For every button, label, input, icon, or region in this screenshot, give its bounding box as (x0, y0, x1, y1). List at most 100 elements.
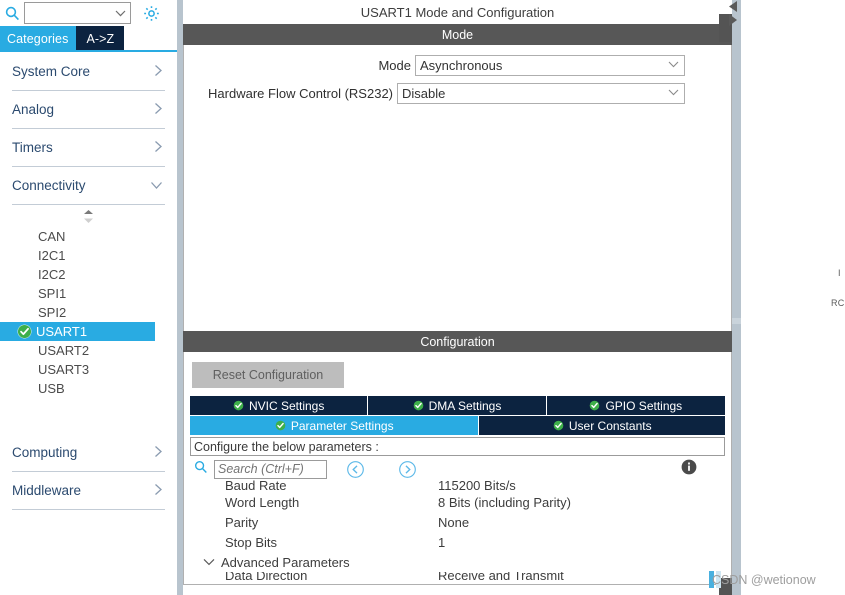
gear-icon[interactable] (131, 5, 171, 22)
chevron-down-icon (150, 179, 165, 192)
watermark: CSDN @wetionow (709, 571, 816, 588)
nav-next-icon[interactable] (398, 460, 417, 479)
sidebar-item-label: System Core (12, 64, 91, 79)
parameter-group-label: Advanced Parameters (221, 554, 350, 570)
sidebar-item-can[interactable]: CAN (0, 227, 177, 246)
panel-collapse-arrows[interactable] (727, 0, 739, 34)
sidebar-item-connectivity[interactable]: Connectivity (12, 167, 165, 205)
table-row[interactable]: Data Direction Receive and Transmit (194, 572, 725, 580)
hardware-flow-control-row: Hardware Flow Control (RS232) Disable (184, 82, 731, 105)
sidebar: Categories A->Z System Core Analog Timer… (0, 0, 177, 595)
check-circle-icon (413, 400, 424, 411)
tab-underline (0, 50, 177, 52)
parameter-value: Receive and Transmit (438, 572, 564, 580)
sidebar-item-label: SPI2 (38, 305, 67, 320)
chevron-right-icon (154, 483, 165, 498)
hardware-flow-control-label: Hardware Flow Control (RS232) (208, 86, 393, 101)
chevron-right-icon (154, 64, 165, 79)
configure-hint: Configure the below parameters : (190, 437, 725, 456)
chevron-down-icon[interactable] (203, 556, 215, 568)
table-row[interactable]: Word Length 8 Bits (including Parity) (194, 492, 725, 512)
chip-view-area: I RC (741, 0, 845, 595)
parameter-table[interactable]: Baud Rate 115200 Bits/s Word Length 8 Bi… (194, 480, 725, 584)
tab-nvic-settings[interactable]: NVIC Settings (190, 396, 368, 415)
parameter-value: None (438, 514, 470, 530)
mode-select-value: Asynchronous (420, 58, 503, 73)
stm32cubemx-window: Categories A->Z System Core Analog Timer… (0, 0, 845, 595)
tab-label: NVIC Settings (248, 398, 325, 413)
sidebar-item-label: I2C1 (38, 248, 66, 263)
tab-parameter-settings[interactable]: Parameter Settings (190, 416, 479, 435)
sidebar-item-spi2[interactable]: SPI2 (0, 303, 177, 322)
hardware-flow-control-value: Disable (402, 86, 446, 101)
tab-categories[interactable]: Categories (0, 26, 77, 51)
parameter-value: 1 (438, 534, 446, 550)
mode-label: Mode (378, 58, 411, 73)
chevron-right-icon (154, 445, 165, 460)
sidebar-item-middleware[interactable]: Middleware (12, 472, 165, 510)
sidebar-item-label: USART2 (38, 343, 90, 358)
scroll-strip-notch (732, 318, 741, 324)
check-circle-icon (553, 420, 564, 431)
search-icon (194, 460, 208, 479)
parameter-name: Baud Rate (225, 480, 287, 492)
sidebar-tabs: Categories A->Z (0, 26, 177, 51)
table-row[interactable]: Parity None (194, 512, 725, 532)
mode-select[interactable]: Asynchronous (415, 55, 685, 76)
sidebar-item-analog[interactable]: Analog (12, 91, 165, 129)
parameter-group-advanced[interactable]: Advanced Parameters (194, 552, 725, 572)
tab-gpio-settings[interactable]: GPIO Settings (546, 396, 725, 415)
nav-prev-icon[interactable] (346, 460, 365, 479)
tab-a-to-z[interactable]: A->Z (76, 26, 125, 51)
sidebar-item-usart1[interactable]: USART1 (0, 322, 155, 341)
sidebar-item-usart2[interactable]: USART2 (0, 341, 177, 360)
mode-field-row: Mode Asynchronous (184, 54, 731, 77)
parameter-value: 8 Bits (including Parity) (438, 494, 571, 510)
main-scroll-strip[interactable] (719, 0, 741, 595)
parameter-search-input[interactable] (214, 459, 327, 479)
sidebar-item-timers[interactable]: Timers (12, 129, 165, 167)
sidebar-item-spi1[interactable]: SPI1 (0, 284, 177, 303)
sidebar-item-i2c1[interactable]: I2C1 (0, 246, 177, 265)
tab-label: Parameter Settings (290, 418, 394, 433)
hardware-flow-control-select[interactable]: Disable (397, 83, 685, 104)
sidebar-item-system-core[interactable]: System Core (12, 53, 165, 91)
sidebar-search-combo[interactable] (24, 2, 131, 24)
sidebar-item-label: CAN (38, 229, 66, 244)
sidebar-item-computing[interactable]: Computing (12, 434, 165, 472)
table-row[interactable]: Baud Rate 115200 Bits/s (194, 480, 725, 492)
tab-user-constants[interactable]: User Constants (479, 416, 725, 435)
sidebar-item-usart3[interactable]: USART3 (0, 360, 177, 379)
sidebar-item-label: SPI1 (38, 286, 67, 301)
chip-label-fragment-2: RC (831, 298, 845, 308)
tab-label: GPIO Settings (605, 398, 683, 413)
category-list: System Core Analog Timers Connectivity C… (0, 53, 177, 595)
search-icon (0, 6, 24, 21)
check-circle-icon (275, 420, 286, 431)
chevron-down-icon (668, 88, 679, 99)
sidebar-scroll-spinner[interactable] (0, 205, 177, 227)
mode-section-header: Mode (183, 24, 732, 45)
parameter-name: Stop Bits (225, 534, 278, 550)
parameter-search-row (190, 456, 725, 480)
table-row[interactable]: Stop Bits 1 (194, 532, 725, 552)
configuration-body: Reset Configuration NVIC Settings DMA Se… (183, 352, 732, 585)
page-title: USART1 Mode and Configuration (183, 0, 732, 24)
parameter-value: 115200 Bits/s (438, 480, 516, 492)
chevron-right-icon (154, 102, 165, 117)
configuration-section-header: Configuration (183, 331, 732, 352)
tab-label: DMA Settings (428, 398, 502, 413)
chip-label-fragment-1: I (838, 268, 841, 278)
tab-categories-label: Categories (7, 31, 69, 46)
info-icon[interactable] (681, 459, 697, 475)
parameter-name: Data Direction (225, 572, 308, 580)
tab-dma-settings[interactable]: DMA Settings (368, 396, 546, 415)
chevron-right-icon (154, 140, 165, 155)
watermark-text: CSDN @wetionow (712, 572, 816, 587)
config-tabs-row-1: NVIC Settings DMA Settings GPIO Settings (190, 396, 725, 415)
sidebar-item-label: Middleware (12, 483, 82, 498)
sidebar-item-i2c2[interactable]: I2C2 (0, 265, 177, 284)
sidebar-item-usb[interactable]: USB (0, 379, 177, 398)
reset-configuration-button[interactable]: Reset Configuration (192, 362, 344, 388)
parameter-name: Word Length (225, 494, 300, 510)
